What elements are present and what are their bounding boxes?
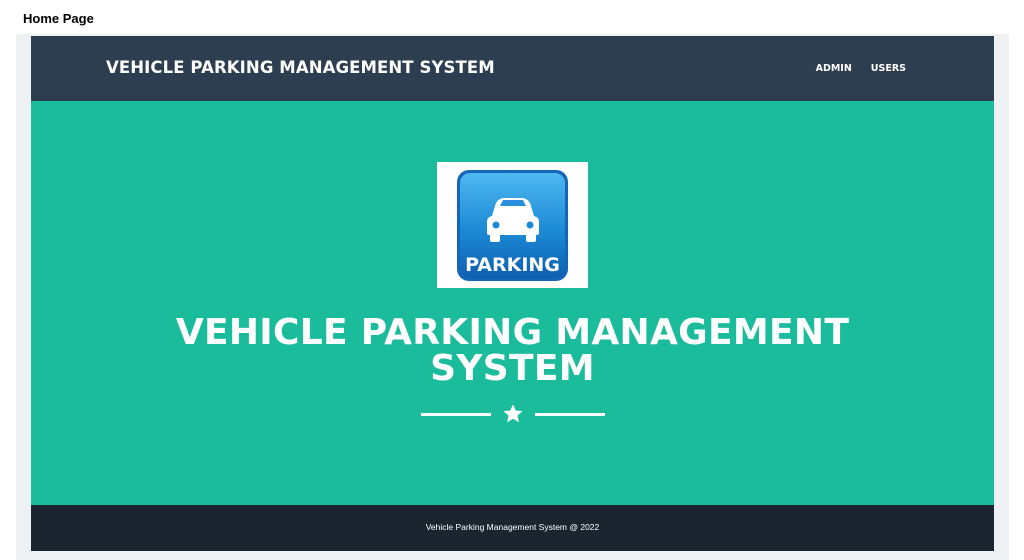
nav-link-users[interactable]: USERS [871, 63, 906, 74]
masthead-heading-line2: SYSTEM [430, 348, 595, 389]
parking-logo: PARKING [437, 162, 588, 288]
divider-line-left [421, 413, 491, 416]
masthead-heading-line1: VEHICLE PARKING MANAGEMENT [175, 312, 850, 353]
navbar-brand[interactable]: VEHICLE PARKING MANAGEMENT SYSTEM [106, 58, 495, 77]
nav-link-admin[interactable]: ADMIN [816, 63, 852, 74]
star-divider [421, 403, 605, 425]
footer-copyright: Vehicle Parking Management System @ 2022 [425, 522, 600, 532]
star-icon [503, 404, 523, 423]
parking-label: PARKING [465, 254, 560, 276]
divider-line-right [535, 413, 605, 416]
website: VEHICLE PARKING MANAGEMENT SYSTEM ADMIN … [31, 36, 994, 551]
masthead: PARKING VEHICLE PARKING MANAGEMENT SYSTE… [31, 101, 994, 505]
footer: Vehicle Parking Management System @ 2022 [31, 505, 994, 551]
parking-logo-image: PARKING [457, 170, 568, 281]
nav-links: ADMIN USERS [816, 63, 906, 74]
navbar: VEHICLE PARKING MANAGEMENT SYSTEM ADMIN … [31, 36, 994, 101]
masthead-heading: VEHICLE PARKING MANAGEMENT SYSTEM [31, 315, 994, 387]
document-caption: Home Page [23, 11, 94, 26]
